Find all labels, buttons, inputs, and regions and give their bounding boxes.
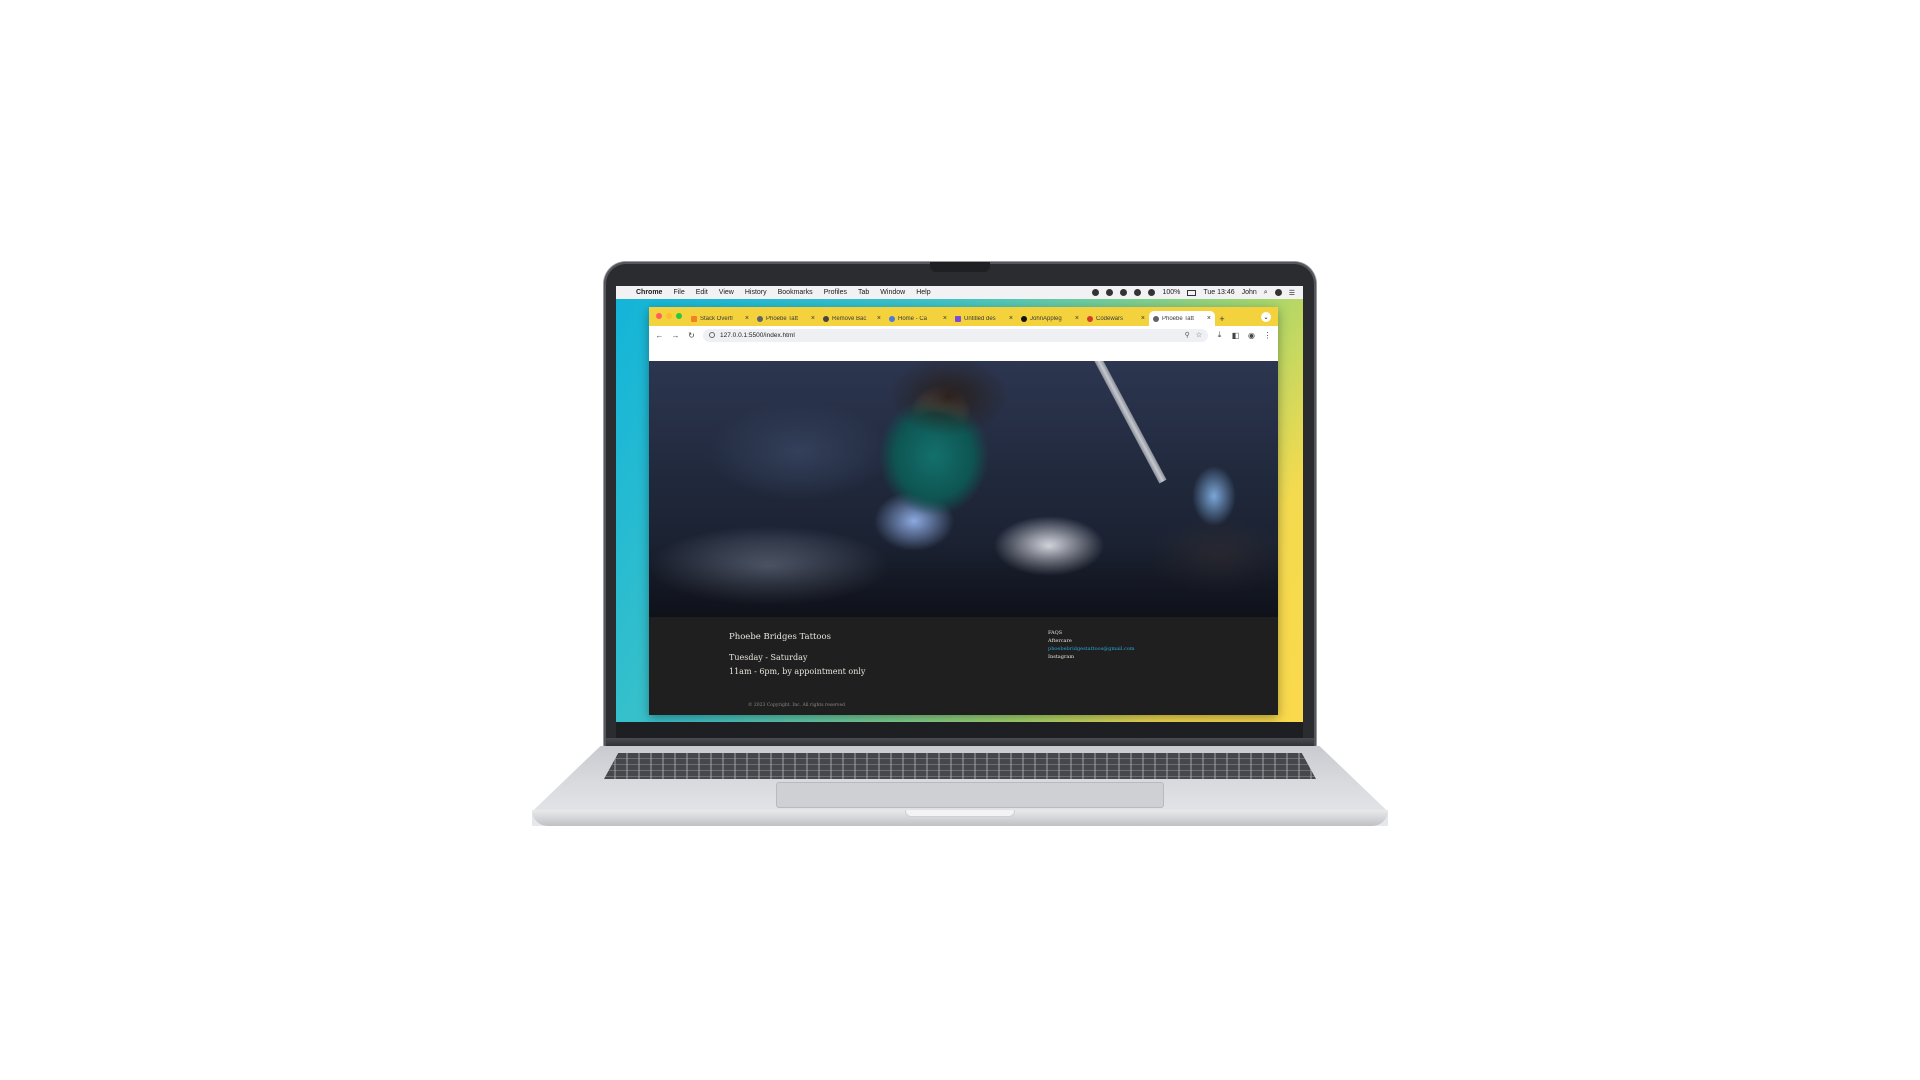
zoom-icon[interactable]: ⚲	[1185, 331, 1190, 339]
address-url[interactable]: 127.0.0.1:5500/index.html	[720, 332, 1179, 339]
stackoverflow-icon	[691, 315, 697, 322]
close-icon[interactable]: ×	[1207, 315, 1211, 322]
tab-label: Phoebe Tatt	[766, 315, 798, 322]
tab-label: Codewars	[1096, 315, 1124, 322]
site-info-icon[interactable]	[709, 332, 715, 338]
menubar-view[interactable]: View	[719, 289, 734, 296]
close-icon[interactable]: ×	[943, 315, 947, 322]
page-top-band	[649, 344, 1278, 361]
email-link[interactable]: phoebebridgestattoos@gmail.com	[1048, 646, 1135, 652]
menubar-status-area: 100% Tue 13:46 John ⌕ ☰	[1092, 289, 1295, 297]
siri-icon[interactable]	[1274, 289, 1282, 296]
globe-icon	[1153, 315, 1159, 322]
tab-label: Phoebe Tatt	[1162, 315, 1194, 322]
menubar-help[interactable]: Help	[916, 289, 930, 296]
instagram-link[interactable]: Instagram	[1048, 654, 1135, 660]
forward-arrow-icon[interactable]: →	[671, 331, 680, 340]
tab-label: Untitled des	[964, 315, 996, 322]
close-icon[interactable]: ×	[877, 315, 881, 322]
faqs-link[interactable]: FAQS	[1048, 630, 1135, 636]
opening-days: Tuesday - Saturday	[729, 653, 808, 662]
tab-label: JohnAppleg	[1030, 315, 1062, 322]
copyright-text: © 2023 Copyright. Inc. All rights reserv…	[748, 703, 845, 708]
browser-window: Stack Overfl × Phoebe Tatt × Remove Bac …	[649, 307, 1278, 715]
menubar-clock[interactable]: Tue 13:46	[1203, 289, 1234, 296]
globe-icon	[889, 315, 895, 322]
volume-icon[interactable]	[1148, 289, 1156, 296]
opening-hours: 11am - 6pm, by appointment only	[729, 667, 866, 676]
wifi-icon[interactable]	[1134, 289, 1142, 296]
browser-toolbar: ← → ↻ 127.0.0.1:5500/index.html ⚲ ☆ ⤓ ◧ …	[649, 326, 1278, 344]
profile-avatar-icon[interactable]: ◉	[1247, 331, 1256, 340]
menubar-window[interactable]: Window	[880, 289, 905, 296]
menubar-bookmarks[interactable]: Bookmarks	[778, 289, 813, 296]
keyboard-rows	[604, 753, 1316, 779]
stage: Chrome File Edit View History Bookmarks …	[0, 0, 1920, 1080]
lid-open-notch	[905, 810, 1015, 817]
address-bar[interactable]: 127.0.0.1:5500/index.html ⚲ ☆	[703, 328, 1208, 342]
github-icon	[1021, 315, 1027, 322]
screen-bottom-bezel	[616, 722, 1303, 738]
menubar-profiles[interactable]: Profiles	[824, 289, 847, 296]
menubar-app-name[interactable]: Chrome	[636, 289, 662, 296]
close-icon[interactable]: ×	[745, 315, 749, 322]
tab-search-chevron-icon[interactable]: ⌄	[1261, 312, 1271, 322]
close-icon[interactable]: ×	[1009, 315, 1013, 322]
menubar-edit[interactable]: Edit	[696, 289, 708, 296]
battery-percentage[interactable]: 100%	[1162, 289, 1180, 296]
hero-photo-tattoo-artist	[649, 361, 1278, 617]
side-panel-icon[interactable]: ◧	[1231, 331, 1240, 340]
aftercare-link[interactable]: Aftercare	[1048, 638, 1135, 644]
tab-untitled-design[interactable]: Untitled des ×	[951, 311, 1017, 326]
canva-icon	[955, 315, 961, 322]
tab-label: Home - Ca	[898, 315, 928, 322]
site-footer: Phoebe Bridges Tattoos Tuesday - Saturda…	[649, 617, 1278, 715]
tab-stack-overflow[interactable]: Stack Overfl ×	[687, 311, 753, 326]
tab-home[interactable]: Home - Ca ×	[885, 311, 951, 326]
tab-remove-bg[interactable]: Remove Bac ×	[819, 311, 885, 326]
back-arrow-icon[interactable]: ←	[655, 331, 664, 340]
menubar-user[interactable]: John	[1242, 289, 1257, 296]
reload-icon[interactable]: ↻	[687, 331, 696, 340]
close-icon[interactable]: ×	[811, 315, 815, 322]
spotlight-icon[interactable]: ⌕	[1264, 289, 1268, 297]
footer-brand: Phoebe Bridges Tattoos	[729, 632, 832, 642]
tab-codewars[interactable]: Codewars ×	[1083, 311, 1149, 326]
tab-strip: Stack Overfl × Phoebe Tatt × Remove Bac …	[649, 307, 1278, 326]
screen: Chrome File Edit View History Bookmarks …	[616, 286, 1303, 722]
control-center-icon[interactable]: ☰	[1289, 289, 1295, 297]
footer-links: FAQS Aftercare phoebebridgestattoos@gmai…	[1048, 630, 1135, 660]
status-icon[interactable]	[1092, 289, 1100, 296]
codewars-icon	[1087, 315, 1093, 322]
battery-icon[interactable]	[1187, 289, 1197, 296]
tab-label: Stack Overfl	[700, 315, 733, 322]
tab-phoebe-tattoos-active[interactable]: Phoebe Tatt ×	[1149, 311, 1215, 326]
more-menu-icon[interactable]: ⋮	[1263, 331, 1272, 340]
hero-shade	[649, 361, 1278, 617]
minimize-window-button[interactable]	[666, 313, 672, 319]
globe-icon	[757, 315, 763, 322]
eye-icon	[823, 315, 829, 322]
window-controls	[656, 313, 682, 319]
close-window-button[interactable]	[656, 313, 662, 319]
zoom-window-button[interactable]	[676, 313, 682, 319]
tab-label: Remove Bac	[832, 315, 867, 322]
bookmark-star-icon[interactable]: ☆	[1196, 331, 1202, 339]
macos-menubar: Chrome File Edit View History Bookmarks …	[616, 286, 1303, 299]
menubar-history[interactable]: History	[745, 289, 767, 296]
camera-notch	[930, 262, 990, 272]
close-icon[interactable]: ×	[1075, 315, 1079, 322]
menubar-tab[interactable]: Tab	[858, 289, 869, 296]
trackpad	[776, 782, 1164, 808]
status-icon[interactable]	[1106, 289, 1114, 296]
status-icon[interactable]	[1120, 289, 1128, 296]
download-icon[interactable]: ⤓	[1215, 330, 1224, 340]
menubar-file[interactable]: File	[673, 289, 684, 296]
close-icon[interactable]: ×	[1141, 315, 1145, 322]
new-tab-button[interactable]: +	[1215, 311, 1229, 326]
tab-phoebe-tattoos[interactable]: Phoebe Tatt ×	[753, 311, 819, 326]
tab-github[interactable]: JohnAppleg ×	[1017, 311, 1083, 326]
